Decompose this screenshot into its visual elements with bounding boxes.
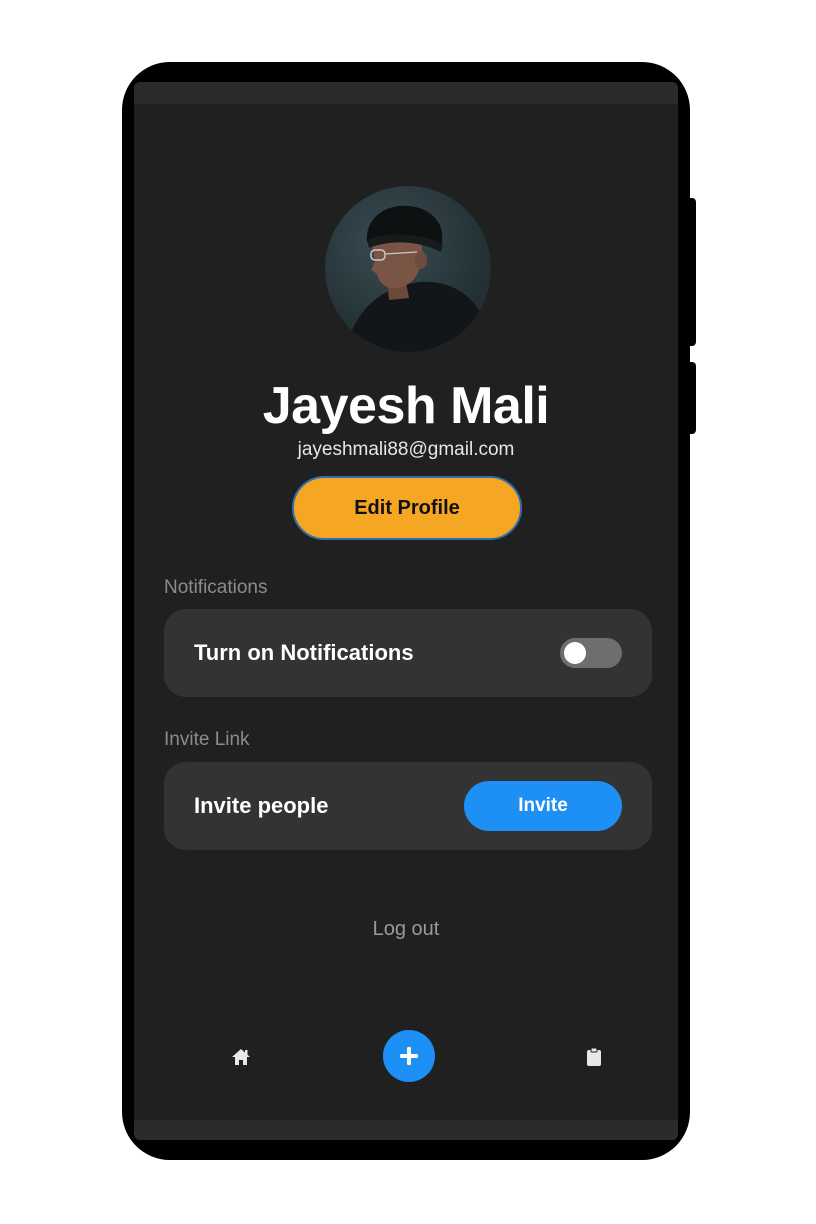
clipboard-icon[interactable] xyxy=(581,1044,607,1070)
phone-side-button xyxy=(688,198,696,346)
notifications-toggle[interactable] xyxy=(560,638,622,668)
invite-section-label: Invite Link xyxy=(164,729,250,750)
notifications-card: Turn on Notifications xyxy=(164,609,652,697)
logout-link[interactable]: Log out xyxy=(134,916,678,942)
notifications-section-label: Notifications xyxy=(164,577,268,598)
edit-profile-button[interactable]: Edit Profile xyxy=(292,476,522,540)
add-button[interactable] xyxy=(383,1030,435,1082)
home-indicator-bar xyxy=(134,1120,678,1140)
home-icon[interactable] xyxy=(228,1044,254,1070)
profile-screen: Jayesh Mali jayeshmali88@gmail.com Edit … xyxy=(134,82,678,1140)
notifications-row-label: Turn on Notifications xyxy=(194,640,414,665)
user-email: jayeshmali88@gmail.com xyxy=(297,439,515,460)
toggle-knob xyxy=(564,642,586,664)
status-bar xyxy=(134,82,678,104)
phone-side-button xyxy=(688,362,696,434)
avatar[interactable] xyxy=(325,186,491,352)
user-name: Jayesh Mali xyxy=(262,377,550,435)
plus-icon xyxy=(400,1047,418,1065)
invite-row-label: Invite people xyxy=(194,793,329,818)
invite-button[interactable]: Invite xyxy=(464,781,622,831)
avatar-photo xyxy=(345,205,491,352)
invite-card: Invite people Invite xyxy=(164,762,652,850)
